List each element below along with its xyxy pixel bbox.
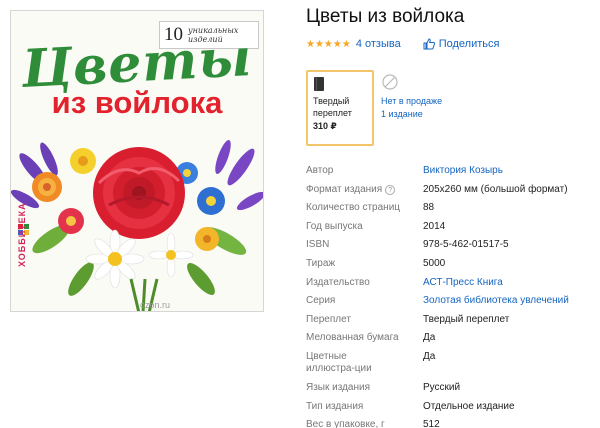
share-button[interactable]: Поделиться bbox=[423, 38, 500, 50]
watermark: ozon.ru bbox=[140, 300, 171, 310]
unavailable-label: Нет в продаже bbox=[381, 96, 443, 106]
spec-row-isbn: ISBN 978-5-462-01517-5 bbox=[306, 236, 596, 255]
spec-row-format: Формат издания? 205х260 мм (большой форм… bbox=[306, 181, 596, 200]
spec-row-coated-paper: Мелованная бумага Да bbox=[306, 329, 596, 348]
format-option-unavailable[interactable]: Нет в продаже 1 издание bbox=[381, 74, 471, 121]
spec-row-author: Автор Виктория Козырь bbox=[306, 162, 596, 181]
spec-row-publisher: Издательство АСТ-Пресс Книга bbox=[306, 274, 596, 293]
spec-value: 978-5-462-01517-5 bbox=[423, 239, 509, 251]
format-option-hardcover[interactable]: Твердый переплет 310 ₽ bbox=[306, 70, 374, 146]
format-option-label-line1: Твердый bbox=[313, 96, 350, 106]
spec-label: Тираж bbox=[306, 257, 336, 269]
spec-label: Переплет bbox=[306, 313, 351, 325]
rating-stars-icon: ★★★★★ bbox=[306, 38, 351, 50]
spec-value: Твердый переплет bbox=[423, 313, 510, 325]
book-cover-image[interactable]: 10 уникальных изделий Цветы из войлока Х… bbox=[10, 10, 264, 312]
spec-value: Да bbox=[423, 350, 436, 362]
spec-value: Отдельное издание bbox=[423, 400, 515, 412]
spec-label-text: Цветные иллюстра-ции bbox=[306, 350, 372, 374]
spec-label: Цветные иллюстра-ции bbox=[306, 348, 423, 379]
spec-value: 2014 bbox=[423, 220, 446, 232]
series-mark: ХОББИТЕКА bbox=[17, 202, 27, 267]
book-icon bbox=[314, 77, 324, 91]
spec-label: Мелованная бумага bbox=[306, 332, 399, 344]
spec-label: Год выпуска bbox=[306, 220, 363, 232]
spec-value: 512 bbox=[423, 419, 440, 428]
spec-row-binding: Переплет Твердый переплет bbox=[306, 311, 596, 330]
rating-row: ★★★★★ 4 отзыва Поделиться bbox=[306, 38, 499, 50]
spec-label: Количество страниц bbox=[306, 202, 401, 214]
spec-label: Формат издания? bbox=[306, 181, 423, 200]
spec-row-language: Язык издания Русский bbox=[306, 379, 596, 398]
spec-label: Издательство bbox=[306, 276, 370, 288]
spec-row-series: Серия Золотая библиотека увлечений bbox=[306, 292, 596, 311]
spec-row-edition-type: Тип издания Отдельное издание bbox=[306, 398, 596, 417]
spec-label: Серия bbox=[306, 295, 336, 307]
thumbs-up-icon bbox=[423, 38, 435, 50]
help-icon[interactable]: ? bbox=[385, 184, 396, 195]
spec-label: ISBN bbox=[306, 239, 330, 251]
spec-row-color-illustrations: Цветные иллюстра-ции Да bbox=[306, 348, 596, 379]
share-label: Поделиться bbox=[438, 38, 500, 50]
format-option-price: 310 ₽ bbox=[313, 121, 337, 131]
format-option-label-line2: переплет bbox=[313, 108, 352, 118]
spec-value: 205х260 мм (большой формат) bbox=[423, 183, 568, 195]
spec-label: Автор bbox=[306, 165, 334, 176]
spec-label-text: Формат издания bbox=[306, 183, 383, 195]
flower-bouquet-illustration bbox=[11, 139, 263, 311]
spec-value: 5000 bbox=[423, 257, 446, 269]
reviews-link[interactable]: 4 отзыва bbox=[356, 38, 401, 50]
spec-label: Язык издания bbox=[306, 381, 371, 393]
unavailable-icon bbox=[382, 74, 398, 90]
spec-label: Тип издания bbox=[306, 400, 364, 412]
spec-value-author-link[interactable]: Виктория Козырь bbox=[423, 162, 503, 181]
product-title: Цветы из войлока bbox=[306, 6, 465, 27]
spec-row-year: Год выпуска 2014 bbox=[306, 218, 596, 237]
cover-title-line2: из войлока bbox=[51, 85, 223, 120]
specs-table: Автор Виктория Козырь Формат издания? 20… bbox=[306, 162, 596, 428]
spec-value: Да bbox=[423, 332, 436, 344]
spec-value: Русский bbox=[423, 381, 461, 393]
spec-value-publisher-link[interactable]: АСТ-Пресс Книга bbox=[423, 274, 503, 293]
spec-row-print-run: Тираж 5000 bbox=[306, 255, 596, 274]
spec-row-weight: Вес в упаковке, г 512 bbox=[306, 416, 596, 428]
spec-row-pages: Количество страниц 88 bbox=[306, 199, 596, 218]
spec-value: 88 bbox=[423, 202, 435, 214]
spec-value-series-link[interactable]: Золотая библиотека увлечений bbox=[423, 292, 569, 311]
spec-label: Вес в упаковке, г bbox=[306, 419, 385, 428]
editions-count: 1 издание bbox=[381, 109, 423, 119]
